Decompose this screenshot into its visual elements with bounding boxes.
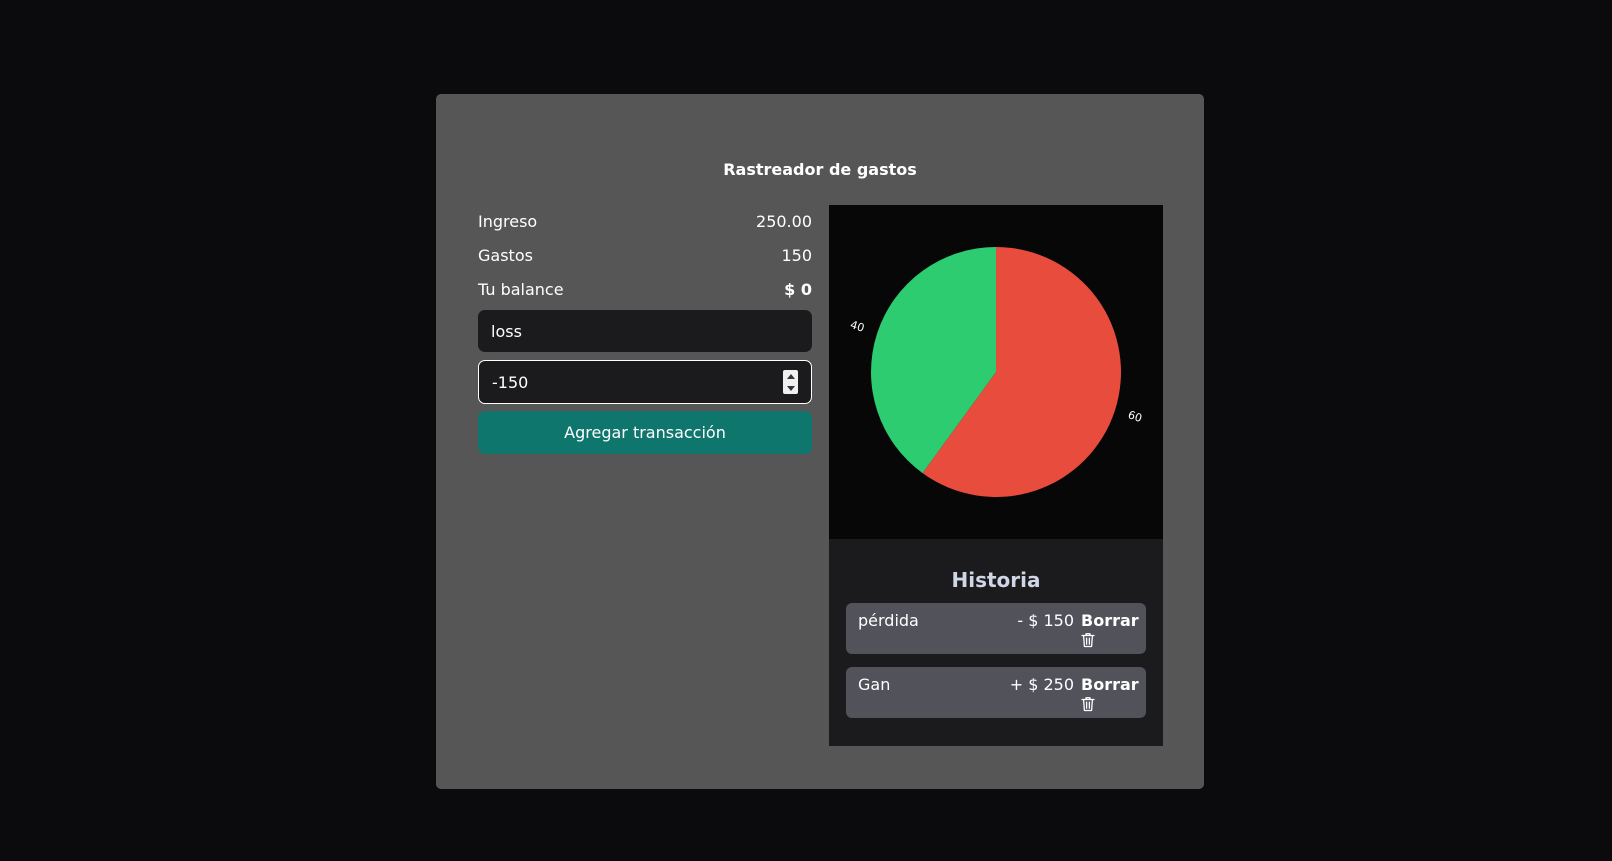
history-item-label: pérdida bbox=[858, 611, 919, 630]
history-list: pérdida - $ 150 Borrar Gan + $ 250 Borra… bbox=[846, 603, 1146, 731]
pie-slice-label-0: 60 bbox=[1126, 408, 1143, 425]
trash-icon[interactable] bbox=[1081, 696, 1095, 712]
stepper-down-icon[interactable] bbox=[786, 385, 795, 391]
amount-input-value: -150 bbox=[492, 372, 529, 392]
pie-chart-panel: 60 40 bbox=[829, 205, 1163, 539]
description-input[interactable]: loss bbox=[478, 310, 812, 352]
history-item-gain: Gan + $ 250 Borrar bbox=[846, 667, 1146, 718]
balance-value: $ 0 bbox=[784, 279, 812, 299]
balance-label: Tu balance bbox=[478, 279, 564, 299]
delete-button[interactable]: Borrar bbox=[1081, 675, 1139, 694]
delete-button[interactable]: Borrar bbox=[1081, 611, 1139, 630]
history-title: Historia bbox=[951, 568, 1041, 592]
right-panel: 60 40 Historia pérdida - $ 150 Borrar Gan… bbox=[829, 205, 1163, 746]
amount-input[interactable]: -150 bbox=[478, 360, 812, 404]
balance-row: Tu balance $ 0 bbox=[478, 272, 812, 306]
income-label: Ingreso bbox=[478, 211, 538, 231]
history-item-amount: + $ 250 bbox=[1009, 675, 1074, 694]
history-item-loss: pérdida - $ 150 Borrar bbox=[846, 603, 1146, 654]
expenses-row: Gastos 150 bbox=[478, 238, 812, 272]
amount-stepper[interactable] bbox=[783, 370, 798, 394]
history-item-label: Gan bbox=[858, 675, 891, 694]
transaction-form-panel: Ingreso 250.00 Gastos 150 Tu balance $ 0… bbox=[478, 204, 812, 454]
add-transaction-button[interactable]: Agregar transacción bbox=[478, 411, 812, 454]
expenses-label: Gastos bbox=[478, 245, 533, 265]
expense-tracker-card: Rastreador de gastos Ingreso 250.00 Gast… bbox=[436, 94, 1204, 789]
pie-chart: 60 40 bbox=[849, 247, 1144, 497]
history-item-amount: - $ 150 bbox=[1017, 611, 1074, 630]
income-value: 250.00 bbox=[756, 211, 812, 231]
description-input-value: loss bbox=[491, 321, 522, 341]
app-title: Rastreador de gastos bbox=[723, 160, 917, 179]
history-panel: Historia pérdida - $ 150 Borrar Gan + $ … bbox=[829, 539, 1163, 746]
stepper-up-icon[interactable] bbox=[786, 373, 795, 379]
trash-icon[interactable] bbox=[1081, 632, 1095, 648]
income-row: Ingreso 250.00 bbox=[478, 204, 812, 238]
pie-slice-label-1: 40 bbox=[849, 318, 866, 335]
expenses-value: 150 bbox=[781, 245, 812, 265]
